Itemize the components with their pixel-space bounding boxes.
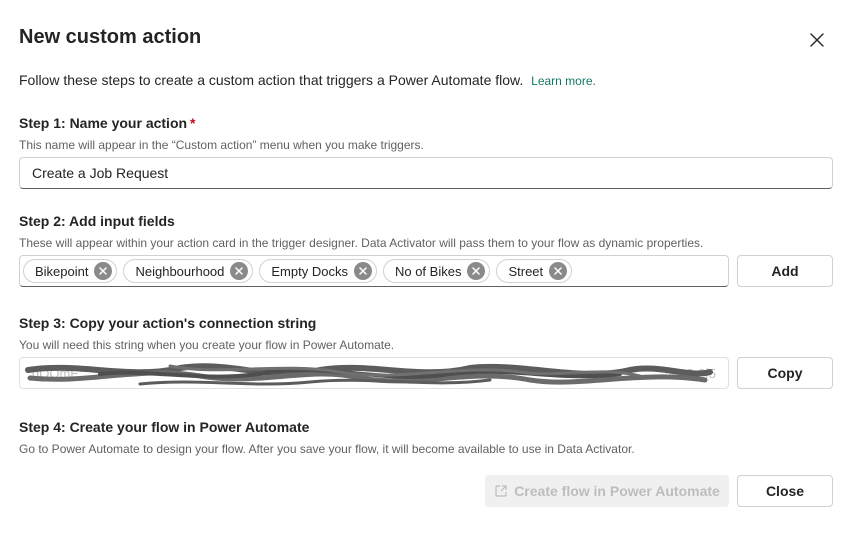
required-asterisk: * (190, 115, 196, 131)
step4-title: Step 4: Create your flow in Power Automa… (19, 419, 310, 435)
tag-label: Bikepoint (35, 263, 89, 279)
close-button[interactable]: Close (737, 475, 833, 507)
tag-label: Neighbourhood (135, 263, 225, 279)
step3-title: Step 3: Copy your action's connection st… (19, 315, 317, 331)
tag-label: Street (508, 263, 544, 279)
step2-title: Step 2: Add input fields (19, 213, 175, 229)
tag-empty-docks: Empty Docks (259, 259, 377, 283)
action-name-input[interactable]: Create a Job Request (19, 157, 833, 189)
connection-string-tail: 5612-2f5 (664, 365, 716, 381)
step1-title: Step 1: Name your action * (19, 115, 196, 131)
create-flow-label: Create flow in Power Automate (514, 483, 720, 499)
close-icon (810, 33, 824, 47)
intro-text: Follow these steps to create a custom ac… (19, 72, 596, 88)
dismiss-circle-icon[interactable] (94, 262, 113, 280)
dismiss-circle-icon[interactable] (549, 262, 568, 280)
tag-label: Empty Docks (271, 263, 348, 279)
step1-description: This name will appear in the “Custom act… (19, 138, 424, 152)
step3-description: You will need this string when you creat… (19, 338, 395, 352)
learn-more-link[interactable]: Learn more. (531, 74, 596, 88)
tag-label: No of Bikes (394, 263, 462, 279)
dismiss-circle-icon[interactable] (230, 262, 249, 280)
tag-no-of-bikes: No of Bikes (382, 259, 491, 283)
action-name-value: Create a Job Request (32, 165, 169, 181)
step4-description: Go to Power Automate to design your flow… (19, 442, 635, 456)
new-custom-action-dialog: New custom action Follow these steps to … (0, 0, 853, 542)
connection-string-value: gOOmE (32, 365, 79, 381)
connection-string-field[interactable]: gOOmE 5612-2f5 (19, 357, 729, 389)
step1-title-text: Step 1: Name your action (19, 115, 188, 131)
tag-bikepoint: Bikepoint (23, 259, 118, 283)
create-flow-button[interactable]: Create flow in Power Automate (485, 475, 729, 507)
step2-description: These will appear within your action car… (19, 236, 704, 250)
tag-street: Street (496, 259, 573, 283)
copy-button[interactable]: Copy (737, 357, 833, 389)
intro-sentence: Follow these steps to create a custom ac… (19, 72, 524, 88)
dismiss-circle-icon[interactable] (353, 262, 372, 280)
open-external-icon (495, 485, 507, 497)
redaction-scribble (25, 363, 713, 386)
close-dialog-button[interactable] (803, 26, 831, 54)
add-field-button[interactable]: Add (737, 255, 833, 287)
tag-neighbourhood: Neighbourhood (123, 259, 254, 283)
dialog-title: New custom action (19, 26, 202, 48)
input-fields-tag-picker[interactable]: Bikepoint Neighbourhood Empty Docks No o… (19, 255, 729, 287)
dismiss-circle-icon[interactable] (467, 262, 486, 280)
